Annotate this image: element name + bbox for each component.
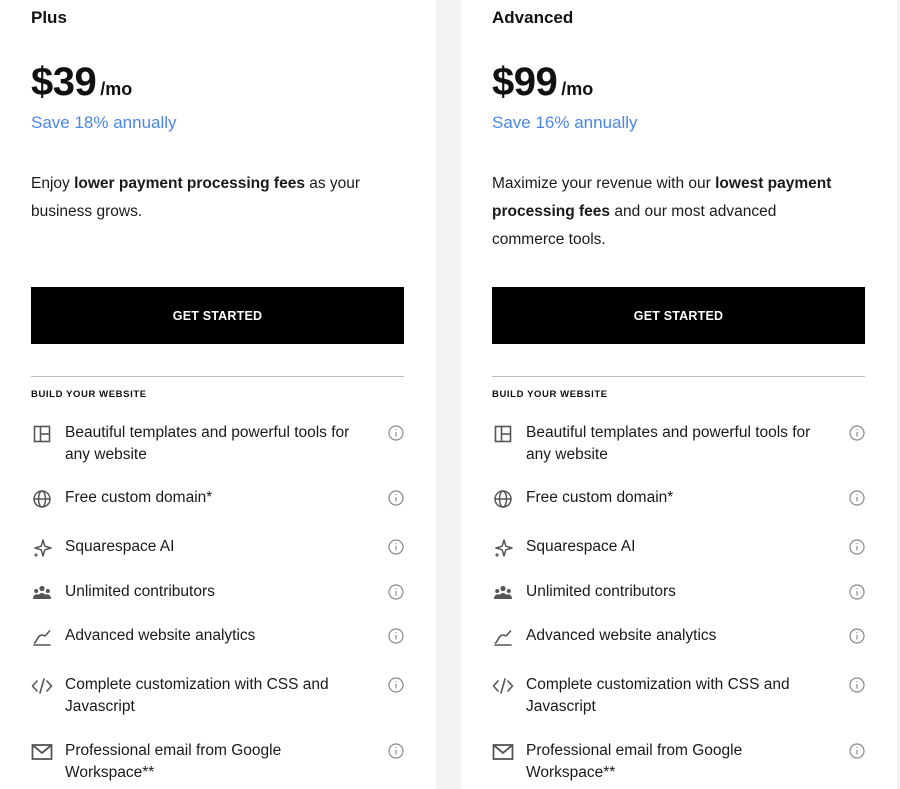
plan-name: Advanced [492,8,574,27]
info-icon[interactable] [849,677,865,693]
feature-label: Free custom domain* [526,489,674,506]
feature-label: Professional email from Google Workspace… [65,742,282,781]
people-icon [492,582,514,604]
layout-icon [31,423,53,445]
get-started-button[interactable]: GET STARTED [492,287,865,344]
code-icon [31,675,53,697]
divider [492,376,865,377]
info-icon[interactable] [388,677,404,693]
layout-icon [492,423,514,445]
plan-name: Plus [31,8,67,27]
info-icon[interactable] [388,628,404,644]
info-icon[interactable] [388,743,404,759]
info-icon[interactable] [388,425,404,441]
plan-card-advanced: Advanced $99/mo Save 16% annually Maximi… [461,0,897,789]
feature-label: Beautiful templates and powerful tools f… [526,424,811,463]
annual-savings: Save 16% annually [492,113,638,132]
mail-icon [492,741,514,763]
feature-label: Unlimited contributors [65,583,215,600]
info-icon[interactable] [849,490,865,506]
mail-icon [31,741,53,763]
annual-savings: Save 18% annually [31,113,177,132]
price-row: $99/mo [492,60,593,105]
globe-icon [492,488,514,510]
feature-label: Advanced website analytics [526,627,717,644]
feature-label: Unlimited contributors [526,583,676,600]
feature-label: Complete customization with CSS and Java… [526,676,790,715]
feature-label: Advanced website analytics [65,627,256,644]
get-started-button[interactable]: GET STARTED [31,287,404,344]
info-icon[interactable] [388,490,404,506]
feature-label: Squarespace AI [65,538,175,555]
price-period: /mo [561,79,594,99]
info-icon[interactable] [849,743,865,759]
price: $99 [492,60,558,104]
info-icon[interactable] [849,584,865,600]
feature-label: Squarespace AI [526,538,636,555]
plan-card-plus: Plus $39/mo Save 18% annually Enjoy lowe… [0,0,436,789]
desc-emphasis: lower payment processing fees [74,175,305,192]
divider [31,376,404,377]
info-icon[interactable] [388,539,404,555]
sparkle-icon [31,537,53,559]
feature-label: Free custom domain* [65,489,213,506]
feature-label: Beautiful templates and powerful tools f… [65,424,350,463]
price: $39 [31,60,97,104]
info-icon[interactable] [388,584,404,600]
plan-description: Enjoy lower payment processing fees as y… [31,170,391,226]
info-icon[interactable] [849,539,865,555]
analytics-icon [31,626,53,648]
globe-icon [31,488,53,510]
people-icon [31,582,53,604]
section-title: BUILD YOUR WEBSITE [31,389,147,400]
info-icon[interactable] [849,425,865,441]
price-row: $39/mo [31,60,132,105]
analytics-icon [492,626,514,648]
sparkle-icon [492,537,514,559]
desc-text: Enjoy [31,175,75,192]
desc-text: Maximize your revenue with our [492,175,716,192]
section-title: BUILD YOUR WEBSITE [492,389,608,400]
price-period: /mo [100,79,133,99]
plan-description: Maximize your revenue with our lowest pa… [492,170,852,254]
info-icon[interactable] [849,628,865,644]
feature-label: Professional email from Google Workspace… [526,742,743,781]
code-icon [492,675,514,697]
feature-label: Complete customization with CSS and Java… [65,676,329,715]
